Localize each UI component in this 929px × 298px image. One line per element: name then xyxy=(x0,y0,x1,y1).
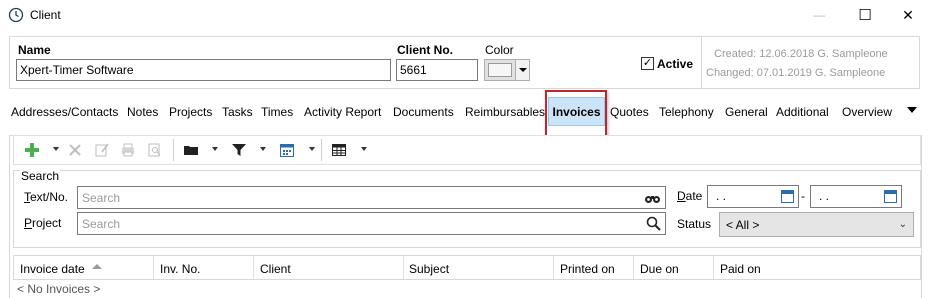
date-to-field[interactable]: . . xyxy=(810,185,902,208)
color-swatch xyxy=(488,63,512,77)
column-due-on[interactable]: Due on xyxy=(640,262,679,276)
column-separator[interactable] xyxy=(153,256,154,279)
column-separator[interactable] xyxy=(633,256,634,279)
date-to-value: . . xyxy=(819,189,830,203)
tab-additional[interactable]: Additional xyxy=(776,105,829,119)
column-separator[interactable] xyxy=(253,256,254,279)
calendar-icon[interactable] xyxy=(884,190,897,203)
date-label: Date xyxy=(677,189,703,203)
project-search-input[interactable]: Search xyxy=(77,212,666,235)
text-no-placeholder: Search xyxy=(82,191,121,205)
tab-activity-report[interactable]: Activity Report xyxy=(304,105,381,119)
project-label: Project xyxy=(24,216,62,230)
client-no-label: Client No. xyxy=(397,43,453,57)
column-printed-on[interactable]: Printed on xyxy=(560,262,615,276)
tab-projects[interactable]: Projects xyxy=(169,105,212,119)
chevron-down-icon: ⌄ xyxy=(898,219,907,230)
project-placeholder: Search xyxy=(82,217,121,231)
invoice-grid-header xyxy=(13,255,921,280)
sort-ascending-icon xyxy=(92,264,102,269)
audit-info-panel: Created: 12.06.2018 G. Sampleone Changed… xyxy=(702,36,920,89)
toolbar-separator xyxy=(321,139,322,161)
checkmark-icon: ✓ xyxy=(642,57,653,69)
folder-dropdown-icon[interactable] xyxy=(212,147,218,151)
minimize-button[interactable]: — xyxy=(796,0,842,30)
close-icon: ✕ xyxy=(902,6,914,23)
maximize-icon: ☐ xyxy=(858,7,872,24)
preview-icon xyxy=(148,143,161,157)
minimize-icon: — xyxy=(813,8,825,22)
delete-icon xyxy=(69,144,81,156)
date-from-field[interactable]: . . xyxy=(707,185,799,208)
maximize-button[interactable]: ☐ xyxy=(842,0,888,30)
column-separator[interactable] xyxy=(553,256,554,279)
tab-invoices[interactable]: Invoices xyxy=(548,97,605,126)
add-icon[interactable] xyxy=(24,142,40,158)
tab-notes[interactable]: Notes xyxy=(127,105,158,119)
tab-overflow-chevron-icon[interactable] xyxy=(907,107,917,113)
column-separator[interactable] xyxy=(403,256,404,279)
search-icon[interactable] xyxy=(646,216,661,231)
text-no-search-input[interactable]: Search xyxy=(77,186,666,209)
tab-bar: Addresses/Contacts Notes Projects Tasks … xyxy=(0,91,929,135)
column-paid-on[interactable]: Paid on xyxy=(720,262,761,276)
chevron-down-icon[interactable] xyxy=(515,60,529,80)
column-inv-no[interactable]: Inv. No. xyxy=(160,262,200,276)
changed-info: Changed: 07.01.2019 G. Sampleone xyxy=(706,67,886,79)
close-button[interactable]: ✕ xyxy=(885,0,929,30)
tab-tasks[interactable]: Tasks xyxy=(222,105,253,119)
title-bar: Client — ☐ ✕ xyxy=(0,0,929,30)
text-no-label: Text/No. xyxy=(24,190,69,204)
name-field[interactable]: Xpert-Timer Software xyxy=(16,59,391,81)
tab-times[interactable]: Times xyxy=(261,105,293,119)
filter-icon[interactable] xyxy=(231,142,247,158)
add-dropdown-icon[interactable] xyxy=(53,147,59,151)
name-label: Name xyxy=(18,43,51,57)
column-client[interactable]: Client xyxy=(260,262,291,276)
date-from-value: . . xyxy=(716,189,727,203)
status-select[interactable]: < All > ⌄ xyxy=(719,212,914,237)
edit-icon xyxy=(95,143,109,157)
tab-documents[interactable]: Documents xyxy=(393,105,454,119)
color-picker[interactable] xyxy=(484,59,530,81)
calendar-icon[interactable] xyxy=(279,142,295,158)
print-icon xyxy=(122,143,134,157)
toolbar-separator xyxy=(173,139,174,161)
tab-addresses-contacts[interactable]: Addresses/Contacts xyxy=(11,105,118,119)
empty-grid-message: < No Invoices > xyxy=(17,282,101,296)
date-range-separator: - xyxy=(801,189,805,203)
tab-general[interactable]: General xyxy=(725,105,768,119)
status-selected-value: < All > xyxy=(726,218,760,232)
column-subject[interactable]: Subject xyxy=(409,262,449,276)
status-label: Status xyxy=(677,217,712,231)
tab-telephony[interactable]: Telephony xyxy=(659,105,714,119)
tab-reimbursables[interactable]: Reimbursables xyxy=(465,105,545,119)
table-icon[interactable] xyxy=(331,142,347,158)
created-info: Created: 12.06.2018 G. Sampleone xyxy=(714,48,888,60)
filter-dropdown-icon[interactable] xyxy=(260,147,266,151)
column-invoice-date[interactable]: Invoice date xyxy=(20,262,85,276)
active-label: Active xyxy=(657,57,694,71)
tab-quotes[interactable]: Quotes xyxy=(610,105,649,119)
window-title: Client xyxy=(30,8,61,22)
tab-overview[interactable]: Overview xyxy=(842,105,892,119)
folder-icon[interactable] xyxy=(183,142,199,158)
calendar-dropdown-icon[interactable] xyxy=(309,147,315,151)
binoculars-icon[interactable] xyxy=(644,190,661,205)
calendar-icon[interactable] xyxy=(781,190,794,203)
table-dropdown-icon[interactable] xyxy=(361,147,367,151)
clock-icon xyxy=(8,7,24,23)
column-separator[interactable] xyxy=(713,256,714,279)
active-checkbox[interactable]: ✓ xyxy=(641,57,654,70)
color-label: Color xyxy=(485,43,514,57)
search-group-title: Search xyxy=(20,169,61,183)
client-no-field[interactable]: 5661 xyxy=(396,59,478,81)
